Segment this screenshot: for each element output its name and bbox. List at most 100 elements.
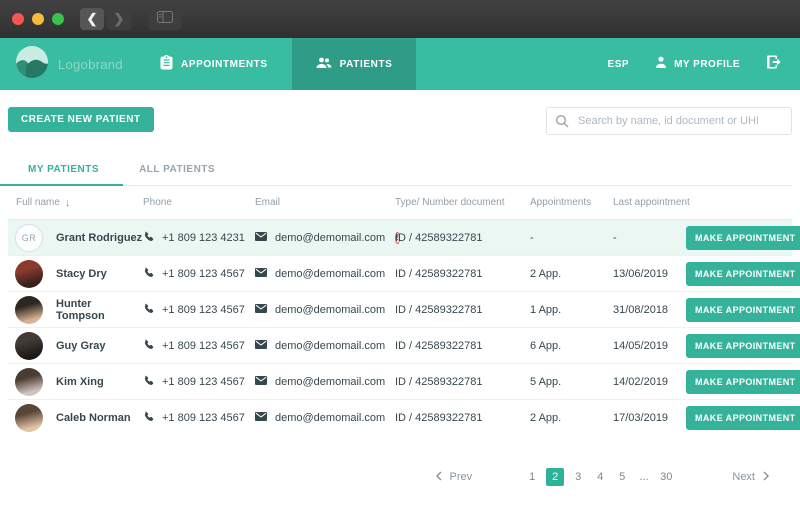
prev-label: Prev — [449, 471, 473, 483]
my-profile-button[interactable]: MY PROFILE — [655, 56, 740, 72]
last-appointment-cell: 14/02/2019 — [613, 375, 669, 388]
pagination-page-4[interactable]: 4 — [592, 468, 608, 486]
browser-back-button[interactable]: ❮ — [80, 8, 104, 30]
language-selector[interactable]: ESP — [608, 59, 630, 70]
phone-icon — [143, 231, 154, 245]
phone-number: +1 809 123 4567 — [162, 267, 245, 280]
patient-tabs: MY PATIENTS ALL PATIENTS — [0, 164, 792, 186]
phone-cell: +1 809 123 4567 — [143, 411, 255, 425]
email-address: demo@demomail.com — [275, 231, 386, 244]
patient-row[interactable]: Kim Xing +1 809 123 4567 demo@demomail.c… — [8, 363, 800, 399]
sidebar-panel-icon — [157, 10, 173, 28]
last-appointment-cell: 13/06/2019 — [613, 267, 669, 280]
patient-row[interactable]: Stacy Dry +1 809 123 4567 demo@demomail.… — [8, 255, 800, 291]
make-appointment-button[interactable]: MAKE APPOINTMENT — [686, 369, 800, 394]
phone-cell: +1 809 123 4567 — [143, 339, 255, 353]
phone-cell: +1 809 123 4567 — [143, 267, 255, 281]
app-header: Logobrand APPOINTMENTS PATIENTS ESP MY P… — [0, 38, 800, 90]
envelope-icon — [255, 339, 267, 352]
nav-item-patients[interactable]: PATIENTS — [291, 38, 417, 90]
traffic-lights — [12, 13, 64, 25]
search-input[interactable] — [546, 107, 792, 135]
document-cell: ID / 42589322781 — [395, 411, 483, 424]
search-box — [546, 107, 792, 135]
envelope-icon — [255, 231, 267, 244]
patient-name: Caleb Norman — [56, 411, 131, 424]
patient-name: Stacy Dry — [56, 267, 107, 280]
email-address: demo@demomail.com — [275, 267, 386, 280]
column-label: Full name — [16, 197, 60, 208]
toolbar: CREATE NEW PATIENT — [8, 107, 792, 135]
patient-row[interactable]: Caleb Norman +1 809 123 4567 demo@demoma… — [8, 399, 800, 435]
phone-cell: +1 809 123 4567 — [143, 375, 255, 389]
pagination-page-30[interactable]: 30 — [658, 468, 674, 486]
chevron-left-icon — [435, 470, 442, 484]
appointments-cell: 1 App. — [530, 303, 562, 316]
pagination-page-2[interactable]: 2 — [546, 468, 565, 486]
email-cell: demo@demomail.com ! — [255, 231, 400, 244]
zoom-window-button[interactable] — [52, 13, 64, 25]
make-appointment-button[interactable]: MAKE APPOINTMENT — [686, 261, 800, 286]
main-nav: APPOINTMENTS PATIENTS — [136, 38, 417, 90]
tab-all-patients[interactable]: ALL PATIENTS — [119, 164, 235, 185]
minimize-window-button[interactable] — [32, 13, 44, 25]
make-appointment-button[interactable]: MAKE APPOINTMENT — [686, 333, 800, 358]
patient-row[interactable]: GR Grant Rodriguez +1 809 123 4231 demo@… — [8, 219, 800, 255]
nav-item-appointments[interactable]: APPOINTMENTS — [136, 38, 292, 90]
phone-icon — [143, 339, 154, 353]
nav-item-label: PATIENTS — [339, 58, 393, 70]
phone-icon — [143, 267, 154, 281]
avatar — [15, 331, 43, 360]
appointments-cell: 2 App. — [530, 411, 562, 424]
pagination-page-5[interactable]: 5 — [614, 468, 630, 486]
phone-icon — [143, 411, 154, 425]
column-header-document: Type/ Number document — [395, 197, 505, 208]
pagination-page-1[interactable]: 1 — [524, 468, 540, 486]
document-cell: ID / 42589322781 — [395, 231, 483, 244]
pagination-next-button[interactable]: Next — [732, 470, 770, 484]
appointments-cell: 2 App. — [530, 267, 562, 280]
patient-name-cell: Kim Xing — [8, 367, 143, 396]
email-cell: demo@demomail.com — [255, 339, 395, 352]
envelope-icon — [255, 267, 267, 280]
column-header-last-appointment: Last appointment — [613, 197, 690, 208]
patient-name: Kim Xing — [56, 375, 104, 388]
nav-item-label: APPOINTMENTS — [181, 58, 268, 70]
close-window-button[interactable] — [12, 13, 24, 25]
avatar — [15, 295, 43, 324]
sort-descending-icon: ↓ — [64, 196, 71, 209]
document-cell: ID / 42589322781 — [395, 375, 483, 388]
make-appointment-button[interactable]: MAKE APPOINTMENT — [686, 297, 800, 322]
column-header-email: Email — [255, 197, 281, 208]
avatar — [15, 259, 43, 288]
patient-row[interactable]: Guy Gray +1 809 123 4567 demo@demomail.c… — [8, 327, 800, 363]
last-appointment-cell: 14/05/2019 — [613, 339, 669, 352]
patient-name: Grant Rodriguez — [56, 231, 143, 244]
my-profile-label: MY PROFILE — [674, 58, 740, 70]
phone-number: +1 809 123 4567 — [162, 375, 245, 388]
envelope-icon — [255, 303, 267, 316]
pagination-ellipsis: ... — [639, 471, 649, 483]
make-appointment-button[interactable]: MAKE APPOINTMENT — [686, 225, 800, 250]
chevron-right-icon — [763, 470, 770, 484]
sidebar-toggle-button[interactable] — [149, 8, 181, 30]
brand-logo-icon — [16, 45, 48, 83]
patient-row[interactable]: Hunter Tompson +1 809 123 4567 demo@demo… — [8, 291, 800, 327]
phone-icon — [143, 303, 154, 317]
email-address: demo@demomail.com — [275, 339, 386, 352]
browser-forward-button[interactable]: ❯ — [107, 8, 131, 30]
clipboard-icon — [160, 55, 173, 73]
column-header-full-name[interactable]: Full name ↓ — [8, 197, 143, 209]
envelope-icon — [255, 375, 267, 388]
logout-button[interactable] — [766, 54, 782, 75]
tab-my-patients[interactable]: MY PATIENTS — [0, 164, 124, 186]
patient-name-cell: Caleb Norman — [8, 403, 143, 432]
envelope-icon — [255, 411, 267, 424]
phone-number: +1 809 123 4567 — [162, 411, 245, 424]
make-appointment-button[interactable]: MAKE APPOINTMENT — [686, 405, 800, 430]
pagination-prev-button[interactable]: Prev — [435, 470, 473, 484]
pagination-page-3[interactable]: 3 — [570, 468, 586, 486]
column-header-appointments: Appointments — [530, 197, 592, 208]
patient-name: Guy Gray — [56, 339, 106, 352]
create-new-patient-button[interactable]: CREATE NEW PATIENT — [8, 107, 154, 132]
